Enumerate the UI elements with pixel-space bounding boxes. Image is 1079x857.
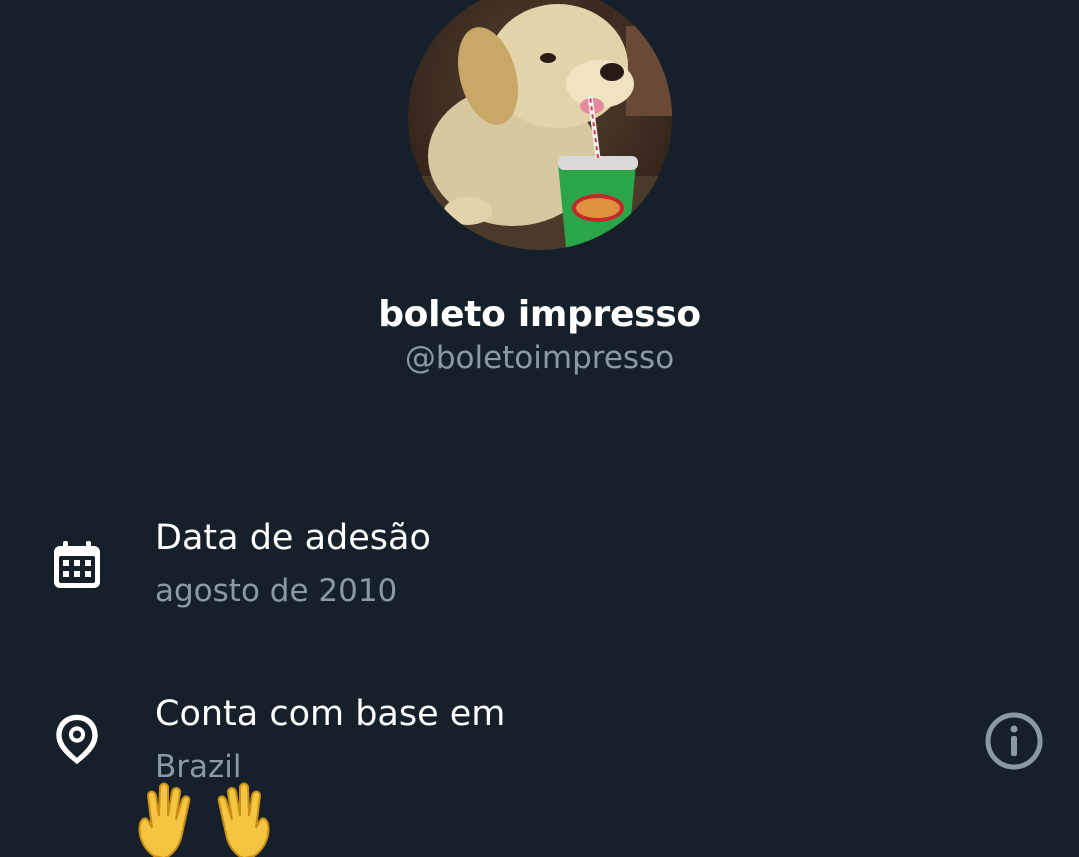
joined-date-title: Data de adesão: [155, 518, 431, 558]
avatar-image: [408, 0, 672, 250]
username-handle: @boletoimpresso: [404, 340, 675, 376]
account-location-title: Conta com base em: [155, 694, 506, 734]
joined-date-value: agosto de 2010: [155, 573, 398, 609]
location-pin-icon: [50, 712, 104, 766]
calendar-icon: [50, 538, 104, 592]
raised-hands-emoji: [136, 778, 206, 857]
info-icon[interactable]: [984, 711, 1044, 771]
profile-avatar[interactable]: [408, 0, 672, 250]
display-name: boleto impresso: [378, 294, 701, 335]
raised-hands-emoji-right: [202, 778, 272, 857]
profile-about-page: boleto impresso @boletoimpresso Data de …: [0, 0, 1079, 857]
